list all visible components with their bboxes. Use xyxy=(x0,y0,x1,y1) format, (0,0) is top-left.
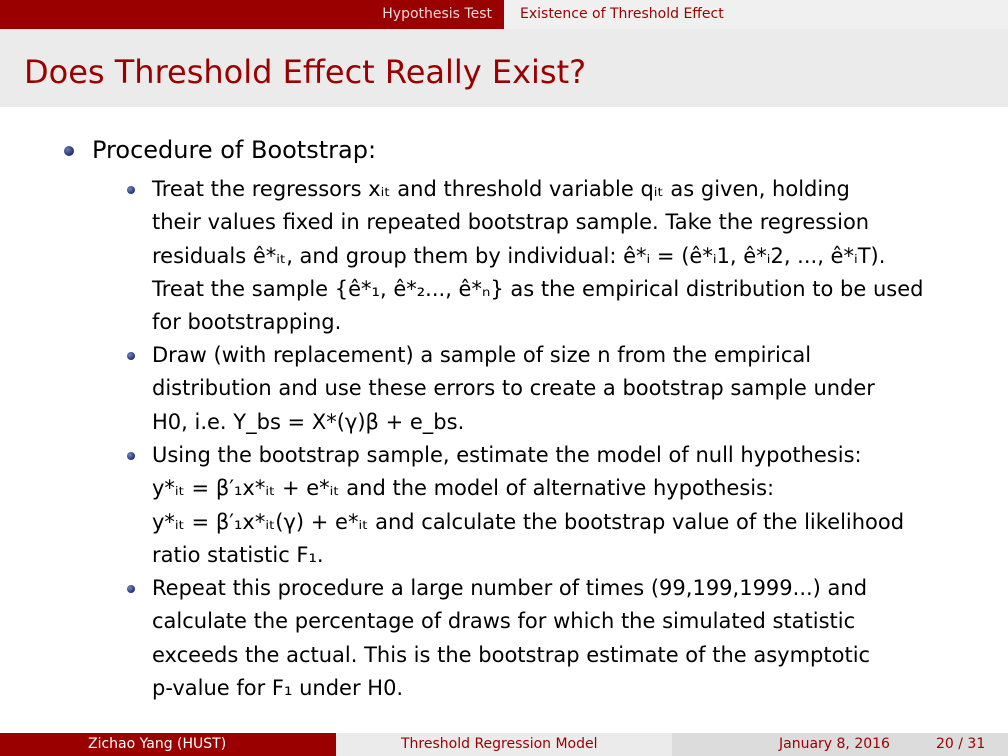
item-line: calculate the percentage of draws for wh… xyxy=(152,609,856,634)
sub-bullet-icon xyxy=(127,186,135,194)
footer-date-panel: January 8, 2016 20 / 31 xyxy=(672,733,1008,756)
item-line: y*ᵢₜ = β′₁x*ᵢₜ + e*ᵢₜ and the model of a… xyxy=(152,476,775,501)
item-line: exceeds the actual. This is the bootstra… xyxy=(152,642,871,667)
section-navigation: Hypothesis Test Existence of Threshold E… xyxy=(0,0,1008,29)
item-line: Treat the regressors xᵢₜ and threshold v… xyxy=(152,177,850,201)
item-line: Using the bootstrap sample, estimate the… xyxy=(152,443,862,467)
item-line: H0, i.e. Y_bs = X*(γ)β + e_bs. xyxy=(152,409,465,434)
item-line: ratio statistic F₁. xyxy=(152,542,324,567)
item-line: y*ᵢₜ = β′₁x*ᵢₜ(γ) + e*ᵢₜ and calculate t… xyxy=(152,509,905,534)
item-line: distribution and use these errors to cre… xyxy=(152,376,875,401)
item-line: for bootstrapping. xyxy=(152,310,342,335)
slide-title: Does Threshold Effect Really Exist? xyxy=(24,53,587,91)
bullet-icon xyxy=(64,146,74,156)
list-item: Draw (with replacement) a sample of size… xyxy=(152,339,982,439)
frame-title-bar: Does Threshold Effect Really Exist? xyxy=(0,29,1008,107)
item-line: p-value for F₁ under H0. xyxy=(152,675,404,700)
sub-bullet-icon xyxy=(127,352,135,360)
nav-right-panel: Existence of Threshold Effect xyxy=(504,0,1008,29)
item-line: Treat the sample {ê*₁, ê*₂..., ê*ₙ} as t… xyxy=(152,276,924,301)
footer-title-panel: Threshold Regression Model xyxy=(336,733,672,756)
list-item: Repeat this procedure a large number of … xyxy=(152,572,982,705)
list-item: Using the bootstrap sample, estimate the… xyxy=(152,439,982,572)
nav-section-threshold-effect[interactable]: Existence of Threshold Effect xyxy=(520,6,724,22)
nav-left-panel: Hypothesis Test xyxy=(0,0,504,29)
item-line: Repeat this procedure a large number of … xyxy=(152,576,868,600)
item-line: residuals ê*ᵢₜ, and group them by indivi… xyxy=(152,243,886,268)
nav-section-hypothesis-test[interactable]: Hypothesis Test xyxy=(382,6,492,22)
list-item: Treat the regressors xᵢₜ and threshold v… xyxy=(152,173,982,339)
item-line: Draw (with replacement) a sample of size… xyxy=(152,343,812,367)
item-line: their values fixed in repeated bootstrap… xyxy=(152,210,870,235)
page-number: 20 / 31 xyxy=(936,736,986,752)
footer-author: Zichao Yang (HUST) xyxy=(88,736,227,752)
sub-bullet-icon xyxy=(127,452,135,460)
footer-talk-title: Threshold Regression Model xyxy=(401,736,598,752)
footer-date: January 8, 2016 xyxy=(779,736,890,752)
slide-footer: Zichao Yang (HUST) Threshold Regression … xyxy=(0,733,1008,756)
sub-bullet-icon xyxy=(127,585,135,593)
bullet-heading: Procedure of Bootstrap: xyxy=(92,136,377,164)
footer-author-panel: Zichao Yang (HUST) xyxy=(0,733,336,756)
